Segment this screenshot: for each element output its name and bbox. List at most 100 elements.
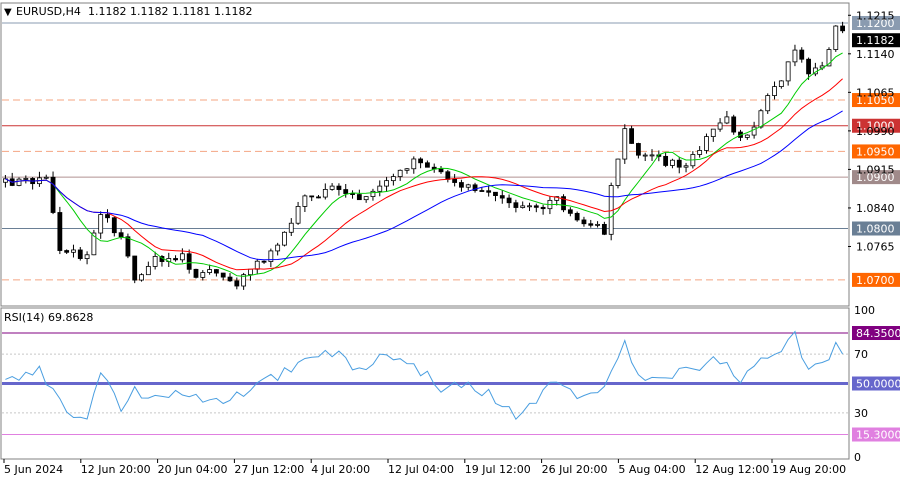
candle-body [520,205,526,208]
candle-body [479,190,485,192]
price-panel[interactable]: ▼ EURUSD,H4 1.1182 1.1182 1.1181 1.1182 [0,2,850,307]
rsi-level-label: 50.0000 [856,378,900,391]
rsi-axis: 84.3500 50.0000 15.3000 100 70 30 0 [852,304,900,464]
price-tick-label: 1.0990 [856,125,895,138]
rsi-tick-label: 70 [854,348,868,361]
rsi-tick-label: 100 [854,304,875,317]
candle-body [329,185,335,190]
candle-body [356,194,362,201]
candle-body [248,268,253,276]
rsi-level-label: 84.3500 [856,327,900,340]
candle-body [50,176,56,213]
chart-header-symbol: EURUSD,H4 [16,5,81,18]
price-tick-label: 1.1065 [856,86,895,99]
candle-body [533,205,539,208]
candle-body [785,61,791,82]
candle-body [118,232,124,238]
candle-body [806,58,811,75]
time-axis: 5 Jun 2024 12 Jun 20:00 20 Jun 04:00 27 Jun… [3,459,846,476]
candle-body [649,154,655,157]
candle-body [445,171,451,180]
candle-body [588,223,594,226]
candle-body [506,197,512,204]
candle-body [336,185,342,190]
candle-body [465,184,471,188]
candle-body [438,168,444,173]
candle-body [731,116,737,133]
candle-body [622,128,628,160]
time-tick-label: 12 Aug 12:00 [695,463,769,476]
candle-body [200,272,206,278]
candle-body [411,158,417,170]
rsi-panel[interactable]: RSI(14) 69.8628 [0,307,850,460]
candle-body [540,206,546,210]
candle-body [704,136,709,151]
chart-header-arrow[interactable]: ▼ [4,7,12,18]
candle-body [384,180,389,187]
candle-body [214,269,219,274]
candle-body [125,236,131,257]
candle-body [581,219,587,225]
candle-body [710,128,716,137]
candle-body [799,49,805,60]
candle-body [316,196,321,199]
candle-body [765,95,771,112]
candle-body [363,196,369,201]
candle-body [751,126,757,136]
candle-body [193,268,199,278]
candle-body [261,260,267,263]
candle-body [71,249,76,253]
time-tick-label: 19 Aug 20:00 [772,463,846,476]
candle-body [425,162,430,168]
chart-header-ohlc: 1.1182 1.1182 1.1181 1.1182 [88,5,252,18]
candle-body [111,217,117,234]
rsi-tick-label: 0 [854,451,861,464]
candle-body [833,25,839,50]
time-tick-label: 20 Jun 04:00 [158,463,228,476]
candle-body [84,254,90,259]
time-tick-label: 19 Jul 12:00 [465,463,531,476]
candle-body [302,195,308,207]
candle-body [636,143,641,156]
candle-body [404,168,410,171]
candle-body [840,25,845,32]
time-tick-label: 5 Jun 2024 [4,463,63,476]
candle-body [724,116,730,124]
candle-body [282,231,287,246]
candle-body [377,185,383,192]
candle-body [663,155,669,166]
candle-body [254,260,260,270]
time-tick-label: 27 Jun 12:00 [234,463,304,476]
candle-body [567,209,573,214]
candle-body [418,158,423,164]
candle-body [683,165,689,168]
candle-body [173,258,178,261]
candle-body [601,223,607,235]
price-panel-frame [0,2,850,307]
candle-body [227,276,233,282]
time-tick-label: 12 Jun 20:00 [81,463,151,476]
candle-body [778,80,784,87]
candle-body [152,256,158,267]
candle-body [615,158,621,186]
chart-canvas[interactable]: ▼ EURUSD,H4 1.1182 1.1182 1.1181 1.1182 … [0,0,900,480]
candle-body [744,134,750,138]
candle-body [513,202,519,208]
candle-body [207,269,212,273]
price-tick-label: 1.0840 [856,202,895,215]
rsi-header: RSI(14) 69.8628 [4,311,93,324]
price-axis: 1.12001.10501.10001.09501.09001.08001.07… [848,9,900,287]
candle-body [186,253,192,270]
price-tick-label: 1.0915 [856,163,895,176]
candle-body [670,159,675,166]
candle-body [717,122,723,130]
rsi-tick-label: 30 [854,407,868,420]
candle-body [77,249,83,259]
candle-body [629,128,634,144]
candle-body [309,195,315,198]
candle-body [132,255,138,281]
candle-body [459,182,464,188]
price-level-label: 1.0800 [856,223,895,236]
candle-body [642,154,648,157]
candle-body [139,274,144,281]
